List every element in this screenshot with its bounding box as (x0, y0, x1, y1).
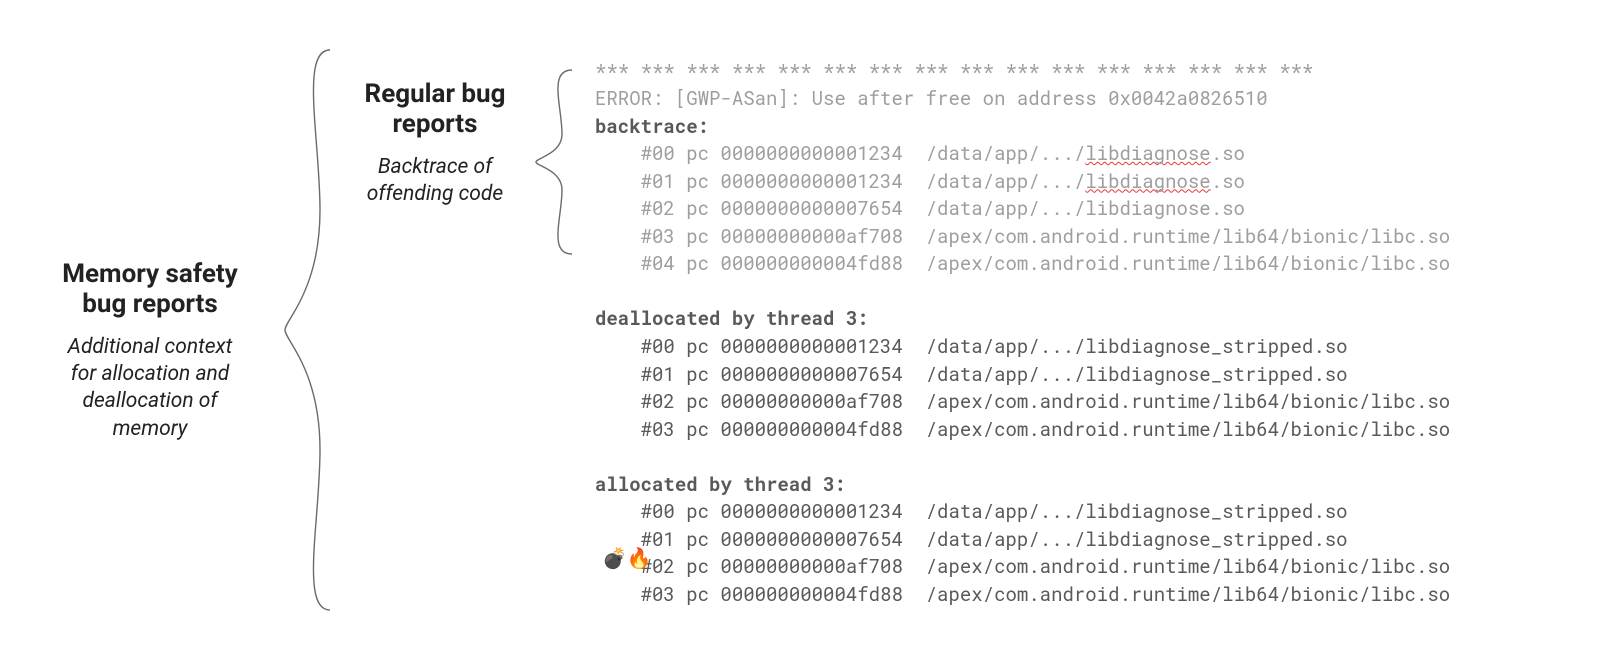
bt-line-1: #01 pc 0000000000001234 /data/app/.../li… (595, 169, 1245, 194)
memory-safety-sub-line2: for allocation and (71, 362, 230, 386)
memory-safety-sub-line3: deallocation of (83, 389, 218, 413)
alloc-header: allocated by thread 3: (595, 472, 846, 497)
backtrace-header: backtrace: (595, 114, 709, 139)
memory-safety-sub-line4: memory (113, 417, 188, 441)
brace-icon (280, 40, 340, 620)
dealloc-line-3: #03 pc 000000000004fd88 /apex/com.androi… (595, 417, 1450, 442)
bt-line-2: #02 pc 0000000000007654 /data/app/.../li… (595, 196, 1245, 221)
regular-reports-title-line1: Regular bug (365, 79, 506, 109)
dealloc-header: deallocated by thread 3: (595, 306, 869, 331)
alloc-line-2: #02 pc 00000000000af708 /apex/com.androi… (595, 554, 1450, 579)
dealloc-line-2: #02 pc 00000000000af708 /apex/com.androi… (595, 389, 1450, 414)
dealloc-line-0: #00 pc 0000000000001234 /data/app/.../li… (595, 334, 1348, 359)
crash-report-code: *** *** *** *** *** *** *** *** *** *** … (595, 30, 1450, 608)
regular-reports-sub-line1: Backtrace of (378, 155, 492, 179)
memory-safety-title-line2: bug reports (82, 289, 217, 319)
memory-safety-label: Memory safety bug reports Additional con… (30, 260, 270, 443)
alloc-line-1: #01 pc 0000000000007654 /data/app/.../li… (595, 527, 1348, 552)
bomb-fire-icon: 💣🔥 (602, 548, 652, 568)
memory-safety-sub-line1: Additional context (68, 335, 233, 359)
alloc-line-0: #00 pc 0000000000001234 /data/app/.../li… (595, 499, 1348, 524)
regular-reports-label: Regular bug reports Backtrace of offendi… (340, 80, 530, 208)
bt-line-0: #00 pc 0000000000001234 /data/app/.../li… (595, 141, 1245, 166)
regular-reports-title-line2: reports (393, 109, 478, 139)
stars-line: *** *** *** *** *** *** *** *** *** *** … (595, 59, 1313, 84)
memory-safety-title-line1: Memory safety (62, 259, 238, 289)
error-line: ERROR: [GWP-ASan]: Use after free on add… (595, 86, 1268, 111)
brace-icon (530, 62, 580, 262)
bt-line-4: #04 pc 000000000004fd88 /apex/com.androi… (595, 251, 1450, 276)
dealloc-line-1: #01 pc 0000000000007654 /data/app/.../li… (595, 362, 1348, 387)
bt-line-3: #03 pc 00000000000af708 /apex/com.androi… (595, 224, 1450, 249)
regular-reports-sub-line2: offending code (367, 182, 503, 206)
alloc-line-3: #03 pc 000000000004fd88 /apex/com.androi… (595, 582, 1450, 607)
